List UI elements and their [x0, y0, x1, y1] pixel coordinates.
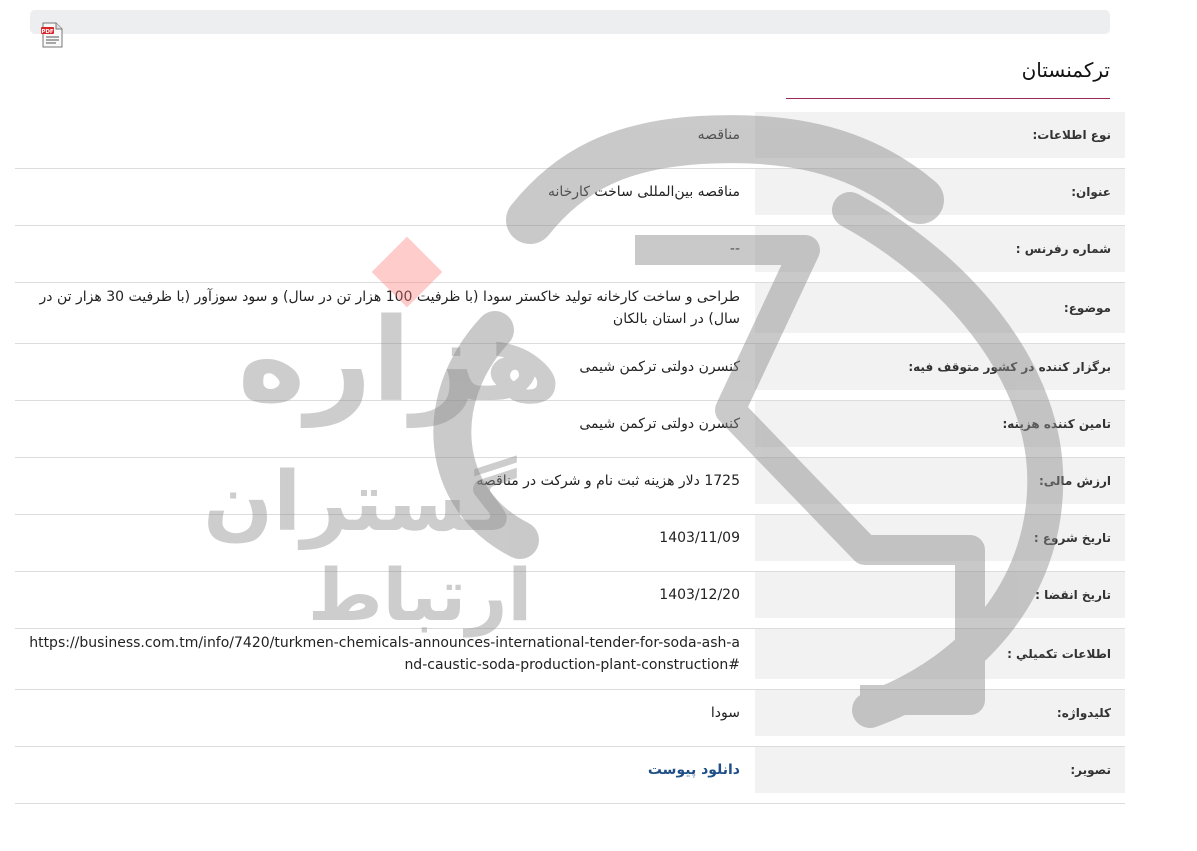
pdf-icon[interactable]: PDF	[40, 22, 64, 48]
table-row: ارزش مالی: 1725 دلار هزینه ثبت نام و شرک…	[15, 458, 1125, 515]
table-row: شماره رفرنس : --	[15, 226, 1125, 283]
row-label: تاریخ شروع :	[755, 515, 1125, 561]
row-label: برگزار کننده در کشور متوقف فیه:	[755, 344, 1125, 390]
row-label: اطلاعات تکمیلي :	[755, 629, 1125, 679]
row-label: نوع اطلاعات:	[755, 112, 1125, 158]
row-label: عنوان:	[755, 169, 1125, 215]
row-label: تامین کننده هزینه:	[755, 401, 1125, 447]
info-table: نوع اطلاعات: مناقصه عنوان: مناقصه بین‌ال…	[15, 112, 1125, 804]
row-value: مناقصه بین‌المللی ساخت کارخانه	[547, 184, 740, 200]
top-toolbar	[30, 10, 1110, 34]
row-label: کلیدواژه:	[755, 690, 1125, 736]
row-value: سودا	[710, 705, 740, 721]
download-attachment-link[interactable]: دانلود پیوست	[648, 759, 740, 781]
row-value: دانلود پیوست	[15, 747, 755, 803]
table-row: تاریخ شروع : 1403/11/09	[15, 515, 1125, 572]
row-value: کنسرن دولتی ترکمن شیمی	[579, 359, 740, 375]
row-label: موضوع:	[755, 283, 1125, 333]
row-value: 1403/11/09	[659, 530, 740, 546]
row-value[interactable]: https://business.com.tm/info/7420/turkme…	[15, 629, 755, 689]
row-label: تصویر:	[755, 747, 1125, 793]
table-row: تاریخ انقضا : 1403/12/20	[15, 572, 1125, 629]
table-row: برگزار کننده در کشور متوقف فیه: کنسرن دو…	[15, 344, 1125, 401]
table-row: کلیدواژه: سودا	[15, 690, 1125, 747]
row-value: طراحی و ساخت کارخانه تولید خاکستر سودا (…	[39, 289, 740, 327]
row-value: 1403/12/20	[659, 587, 740, 603]
table-row: عنوان: مناقصه بین‌المللی ساخت کارخانه	[15, 169, 1125, 226]
svg-text:PDF: PDF	[41, 29, 54, 35]
row-label: تاریخ انقضا :	[755, 572, 1125, 618]
table-row: تامین کننده هزینه: کنسرن دولتی ترکمن شیم…	[15, 401, 1125, 458]
table-row: موضوع: طراحی و ساخت کارخانه تولید خاکستر…	[15, 283, 1125, 344]
table-row: تصویر: دانلود پیوست	[15, 747, 1125, 804]
row-value: 1725 دلار هزینه ثبت نام و شرکت در مناقصه	[476, 473, 740, 489]
table-row: نوع اطلاعات: مناقصه	[15, 112, 1125, 169]
title-underline	[786, 98, 1110, 99]
row-value: مناقصه	[697, 127, 740, 143]
row-label: ارزش مالی:	[755, 458, 1125, 504]
row-value: --	[729, 241, 740, 257]
row-label: شماره رفرنس :	[755, 226, 1125, 272]
page-title: ترکمنستان	[1021, 58, 1110, 82]
row-value: کنسرن دولتی ترکمن شیمی	[579, 416, 740, 432]
table-row: اطلاعات تکمیلي : https://business.com.tm…	[15, 629, 1125, 690]
